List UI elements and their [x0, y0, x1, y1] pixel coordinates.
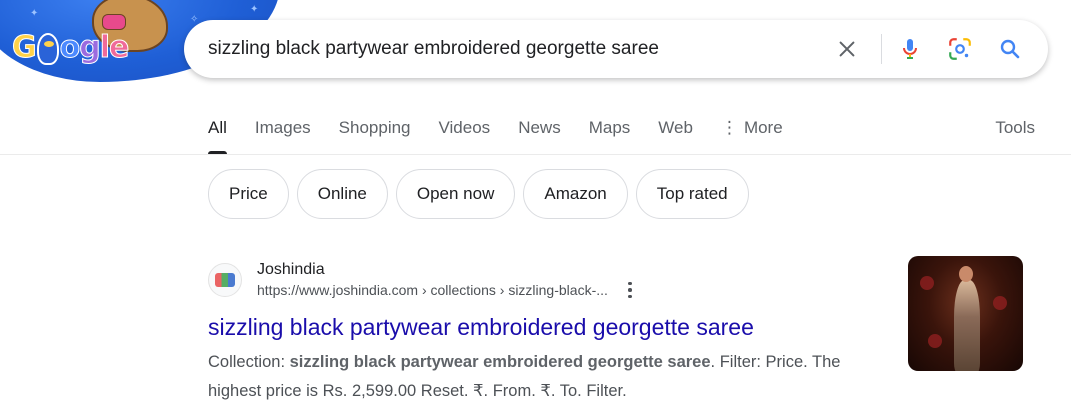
chip-amazon[interactable]: Amazon — [523, 169, 628, 219]
doodle-letter: G — [12, 30, 38, 66]
search-result: Joshindia https://www.joshindia.com › co… — [208, 258, 898, 406]
search-icon — [1000, 39, 1020, 59]
filter-chips: Price Online Open now Amazon Top rated — [208, 169, 757, 219]
thumbnail-model-figure — [954, 266, 980, 371]
tab-maps[interactable]: Maps — [589, 104, 631, 154]
thumbnail-flower-decoration — [928, 334, 942, 348]
snippet-highlight: sizzling black partywear embroidered geo… — [289, 353, 711, 371]
tab-more[interactable]: ⋮ More — [721, 104, 783, 154]
vertical-dots-icon: ⋮ — [720, 118, 738, 137]
search-results-page: ✦ ✧ ✦ G o g l e sizzling black partywear… — [0, 0, 1071, 418]
dot — [628, 288, 632, 292]
thumbnail-saree — [954, 280, 980, 371]
favicon-logo-icon — [215, 273, 235, 287]
result-options-button[interactable] — [622, 280, 638, 300]
dot — [628, 281, 632, 286]
clear-search-button[interactable] — [827, 29, 867, 69]
doodle-letter: g — [79, 30, 102, 66]
doodle-wordmark: G o g l e — [12, 30, 130, 66]
doodle-letter: e — [109, 30, 130, 66]
tools-button[interactable]: Tools — [995, 104, 1035, 154]
tab-more-label: More — [743, 118, 783, 137]
search-box — [184, 20, 1048, 78]
microphone-icon — [903, 39, 917, 59]
voice-search-button[interactable] — [890, 29, 930, 69]
result-site-info[interactable]: Joshindia https://www.joshindia.com › co… — [208, 258, 898, 302]
thumbnail-flower-decoration — [920, 276, 934, 290]
doodle-letter: o — [59, 30, 81, 66]
lens-search-button[interactable] — [940, 29, 980, 69]
sparkle-icon: ✦ — [250, 4, 259, 15]
search-input[interactable] — [184, 20, 827, 78]
site-name: Joshindia — [257, 261, 325, 278]
search-box-divider — [881, 34, 882, 64]
tab-videos[interactable]: Videos — [439, 104, 491, 154]
result-thumbnail[interactable] — [908, 256, 1023, 371]
close-icon — [839, 41, 855, 57]
chip-price[interactable]: Price — [208, 169, 289, 219]
search-submit-button[interactable] — [990, 29, 1030, 69]
doodle-letter: l — [99, 30, 110, 66]
site-url-row: https://www.joshindia.com › collections … — [257, 280, 638, 300]
tabs-divider — [0, 154, 1071, 155]
thumbnail-head — [959, 266, 973, 282]
tab-news[interactable]: News — [518, 104, 561, 154]
thumbnail-flower-decoration — [993, 296, 1007, 310]
tab-all[interactable]: All — [208, 104, 227, 154]
result-snippet: Collection: sizzling black partywear emb… — [208, 348, 888, 406]
snippet-prefix: Collection: — [208, 353, 290, 371]
search-tabs: All Images Shopping Videos News Maps Web… — [208, 104, 811, 154]
dot — [628, 294, 632, 299]
result-title-link[interactable]: sizzling black partywear embroidered geo… — [208, 312, 898, 342]
site-text: Joshindia https://www.joshindia.com › co… — [257, 260, 638, 300]
site-url: https://www.joshindia.com › collections … — [257, 282, 608, 298]
chip-online[interactable]: Online — [296, 169, 388, 219]
site-favicon — [208, 263, 242, 297]
doodle-bird-illustration — [36, 33, 59, 65]
chip-open-now[interactable]: Open now — [395, 169, 516, 219]
camera-lens-icon — [949, 38, 971, 60]
tab-images[interactable]: Images — [255, 104, 311, 154]
tab-shopping[interactable]: Shopping — [339, 104, 411, 154]
chip-top-rated[interactable]: Top rated — [635, 169, 749, 219]
tab-web[interactable]: Web — [658, 104, 693, 154]
sparkle-icon: ✦ — [30, 8, 39, 19]
